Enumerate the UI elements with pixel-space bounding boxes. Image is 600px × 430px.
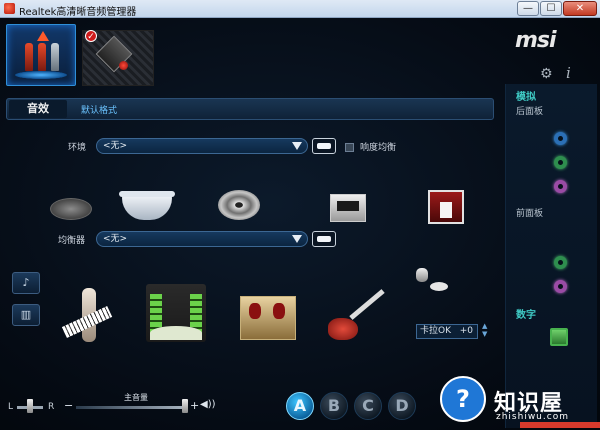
guitar-neck [349,289,385,320]
arrow-up-icon [37,31,49,41]
msi-logo: msi [515,28,557,53]
front-panel-label: 前面板 [516,209,544,219]
tab-default-format[interactable]: 默认格式 [81,103,117,116]
settings-tab-bar: 音效 默认格式 [6,98,494,120]
guitar-icon: ♪ [22,276,30,289]
realtek-audio-manager: ✓ msi ⚙ i 模拟 后面板 前面板 数字 音效 默认格式 环境 <无> 响… [0,18,600,430]
chevron-down-icon [292,142,302,150]
environment-label: 环境 [68,143,87,153]
plug-icon [38,43,46,71]
watermark-logo: ? [440,376,486,422]
lips-icon [430,282,448,291]
karaoke-value: +0 [459,326,473,336]
back-panel-label: 后面板 [516,107,544,117]
environment-sewer-pipe-icon[interactable] [50,198,92,220]
equalizer-select[interactable]: <无> [96,231,308,247]
crowd-figure [150,326,202,340]
main-volume-slider-track[interactable] [76,406,186,409]
environment-select[interactable]: <无> [96,138,308,154]
checkmark-icon: ✓ [85,30,97,42]
karaoke-label: 卡拉OK [420,326,451,336]
close-button[interactable]: ✕ [563,1,597,16]
balance-slider-handle[interactable] [27,399,33,413]
digital-output-icon[interactable] [550,328,568,346]
main-volume-slider-handle[interactable] [182,399,188,413]
equalizer-rock-icon[interactable] [326,289,385,344]
tab-sound-effects[interactable]: 音效 [9,100,67,118]
equalizer-live-icon[interactable] [146,284,206,342]
back-jack-mic-icon[interactable] [554,180,567,193]
front-jack-headphone-icon[interactable] [554,256,567,269]
balance-left-label: L [8,402,14,412]
karaoke-microphone-icon[interactable] [416,268,448,306]
front-jack-mic-icon[interactable] [554,280,567,293]
volume-minus-icon: − [64,399,74,412]
plug-icon [51,43,59,71]
equalizer-reset-toggle[interactable] [312,231,336,247]
volume-plus-icon: + [190,399,200,412]
equalizer-bars-icon: ▥ [20,308,32,321]
environment-select-value: <无> [103,141,128,151]
gear-icon[interactable]: ⚙ [540,66,553,82]
connector-panel: 模拟 后面板 前面板 数字 [505,84,597,428]
preset-d-button[interactable]: D [388,392,416,420]
preset-b-button[interactable]: B [320,392,348,420]
glow-base-icon [15,71,67,79]
info-icon[interactable]: i [566,64,571,82]
analog-header: 模拟 [516,92,536,103]
back-jack-line-in-icon[interactable] [554,132,567,145]
chevron-down-icon [292,235,302,243]
environment-theater-icon[interactable] [428,190,464,224]
window-title-bar: Realtek高清晰音频管理器 — ☐ ✕ [0,0,600,18]
window-title: Realtek高清晰音频管理器 [19,7,137,18]
environment-padded-cell-icon[interactable] [330,194,366,222]
graphic-eq-button[interactable]: ▥ [12,304,40,326]
digital-header: 数字 [516,310,536,321]
preset-c-button[interactable]: C [354,392,382,420]
karaoke-field[interactable]: 卡拉OK +0 [416,324,478,339]
guitar-body [328,318,358,340]
equalizer-club-icon[interactable] [240,296,296,340]
stage-seat [273,303,285,319]
device-tab-digital-output[interactable]: ✓ [82,30,154,86]
stage-seat [249,303,261,319]
mic-head [416,268,428,282]
equalizer-select-value: <无> [103,234,128,244]
equalizer-label: 均衡器 [58,236,86,246]
environment-bathroom-icon[interactable] [119,191,175,220]
watermark-strip [520,422,600,428]
realtek-app-icon [4,3,15,14]
environment-reset-toggle[interactable] [312,138,336,154]
plug-icon [25,43,33,71]
jack-icon [119,61,128,70]
speaker-icon[interactable]: ◀)) [200,399,216,410]
preset-a-button[interactable]: A [286,392,314,420]
watermark-url: zhishiwu.com [496,412,569,422]
minimize-button[interactable]: — [517,1,539,16]
back-jack-line-out-icon[interactable] [554,156,567,169]
maximize-button[interactable]: ☐ [540,1,562,16]
device-tab-speakers[interactable] [6,24,76,86]
main-volume-label: 主音量 [124,393,148,402]
guitar-mode-button[interactable]: ♪ [12,272,40,294]
environment-stone-room-icon[interactable] [218,190,260,220]
loudness-equalization-checkbox[interactable] [345,143,354,152]
equalizer-pop-icon[interactable] [61,288,116,342]
loudness-equalization-label: 响度均衡 [360,143,397,153]
karaoke-stepper[interactable]: ▲ ▼ [482,322,490,340]
balance-right-label: R [48,402,55,412]
